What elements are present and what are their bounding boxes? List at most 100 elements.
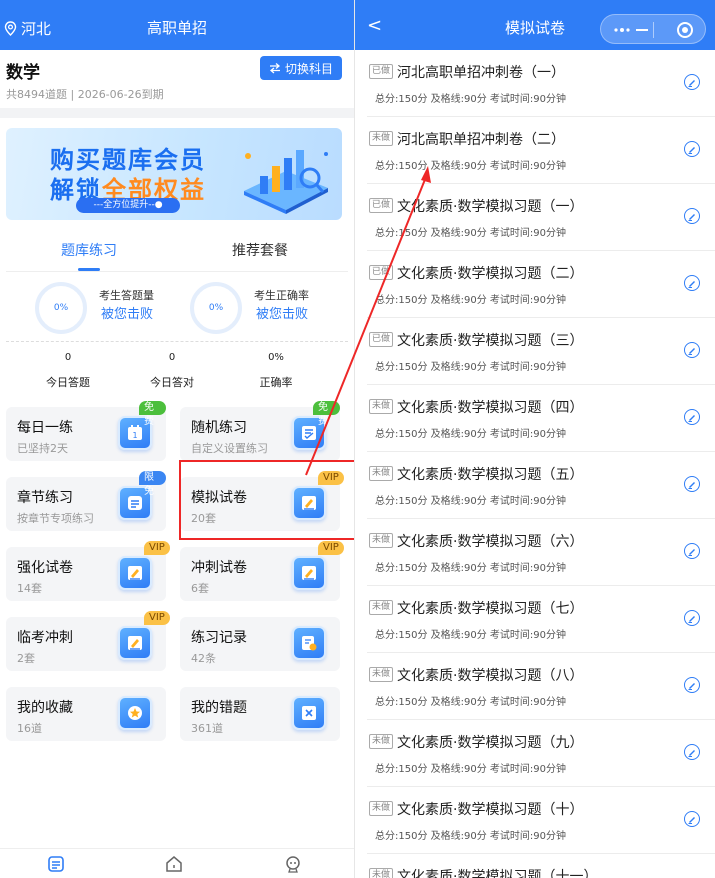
pen-edit-icon[interactable] [684,543,700,559]
today-correct-label: 今日答对 [150,376,194,389]
paper-name: 文化素质·数学模拟习题（九） [397,735,584,751]
paper-meta: 总分:150分 及格线:90分 考试时间:90分钟 [375,94,567,105]
accuracy-label: 考生正确率 [254,289,309,302]
paper-list-item[interactable]: 未做 文化素质·数学模拟习题（七） 总分:150分 及格线:90分 考试时间:90分… [355,586,715,653]
card-title: 章节练习 [17,490,73,506]
paper-list-item[interactable]: 未做 文化素质·数学模拟习题（五） 总分:150分 及格线:90分 考试时间:90分… [355,452,715,519]
card-subtitle: 自定义设置练习 [191,442,268,455]
question-bank-tab-icon[interactable] [47,855,65,873]
mock-exam-header: < 模拟试卷 [355,0,715,50]
paper-status-tag: 已做 [369,64,394,79]
paper-meta: 总分:150分 及格线:90分 考试时间:90分钟 [375,295,567,306]
paper-status-tag: 未做 [369,399,394,414]
practice-card[interactable]: 章节练习按章节专项练习 限免 [6,471,166,531]
paper-meta: 总分:150分 及格线:90分 考试时间:90分钟 [375,831,567,842]
practice-card[interactable]: 练习记录 42条 [180,617,340,671]
practice-card[interactable]: 我的错题 361道 [180,687,340,741]
paper-name: 河北高职单招冲刺卷（一） [397,65,565,81]
home-tab-icon[interactable] [165,855,183,873]
paper-name: 文化素质·数学模拟习题（六） [397,534,584,550]
card-subtitle: 按章节专项练习 [17,512,94,525]
paper-list-item[interactable]: 未做 文化素质·数学模拟习题（九） 总分:150分 及格线:90分 考试时间:90分… [355,720,715,787]
card-subtitle: 6套 [191,582,209,595]
paper-name: 文化素质·数学模拟习题（二） [397,266,584,282]
paper-meta: 总分:150分 及格线:90分 考试时间:90分钟 [375,161,567,172]
paper-meta: 总分:150分 及格线:90分 考试时间:90分钟 [375,697,567,708]
card-title: 随机练习 [191,420,247,436]
card-badge: 免费 [139,401,166,427]
mock-exam-panel: < 模拟试卷 已做 河北高职单招冲刺卷（一） 总分:150分 及格线:90分 考试时… [355,0,715,878]
card-title: 练习记录 [191,630,247,646]
switch-subject-label: 切换科目 [284,61,333,76]
pen-edit-icon[interactable] [684,409,700,425]
home-panel: 河北 高职单招 数学 共8494道题 | 2026-06-26到期 切换科目 购… [0,0,354,878]
paper-name: 文化素质·数学模拟习题（三） [397,333,584,349]
pen-edit-icon[interactable] [684,677,700,693]
paper-list-item[interactable]: 已做 文化素质·数学模拟习题（一） 总分:150分 及格线:90分 考试时间:90分… [355,184,715,251]
paper-name: 文化素质·数学模拟习题（五） [397,467,584,483]
practice-card[interactable]: 强化试卷 14套 VIP [6,541,170,601]
pen-edit-icon[interactable] [684,476,700,492]
tab-question-practice[interactable]: 题库练习 [61,240,117,260]
paper-list-item[interactable]: 已做 文化素质·数学模拟习题（二） 总分:150分 及格线:90分 考试时间:90分… [355,251,715,318]
pen-edit-icon[interactable] [684,610,700,626]
screenshot-root: 河北 高职单招 数学 共8494道题 | 2026-06-26到期 切换科目 购… [0,0,715,878]
pen-edit-icon[interactable] [684,141,700,157]
card-badge: 限免 [139,471,166,497]
miniprogram-capsule [600,14,706,44]
accuracy-value: 被您击败 [256,307,309,322]
today-correct-number: 0 [168,352,176,363]
paper-name: 文化素质·数学模拟习题（一） [397,199,584,215]
practice-card[interactable]: 每日一练 已坚持2天 1 免费 [6,401,166,461]
card-badge: VIP [318,541,344,555]
paper-status-tag: 已做 [369,265,394,280]
paper-list-item[interactable]: 已做 河北高职单招冲刺卷（一） 总分:150分 及格线:90分 考试时间:90分钟 [355,50,715,117]
paper-list-item[interactable]: 已做 文化素质·数学模拟习题（三） 总分:150分 及格线:90分 考试时间:90分… [355,318,715,385]
practice-card[interactable]: 冲刺试卷 6套 VIP [180,541,344,601]
paper-pen-icon [118,626,152,660]
card-badge: VIP [144,611,170,625]
paper-list-item[interactable]: 未做 河北高职单招冲刺卷（二） 总分:150分 及格线:90分 考试时间:90分钟 [355,117,715,184]
tab-recommended-package[interactable]: 推荐套餐 [232,240,288,260]
paper-name: 河北高职单招冲刺卷（二） [397,132,565,148]
pen-edit-icon[interactable] [684,811,700,827]
pen-edit-icon[interactable] [684,744,700,760]
pen-edit-icon[interactable] [684,208,700,224]
practice-card[interactable]: 临考冲刺 2套 VIP [6,611,170,671]
paper-meta: 总分:150分 及格线:90分 考试时间:90分钟 [375,228,567,239]
wrong-icon [292,696,326,730]
paper-status-tag: 未做 [369,801,394,816]
switch-subject-button[interactable]: 切换科目 [260,56,342,80]
paper-list-item[interactable]: 未做 文化素质·数学模拟习题（四） 总分:150分 及格线:90分 考试时间:90分… [355,385,715,452]
paper-list-item[interactable]: 未做 文化素质·数学模拟习题（八） 总分:150分 及格线:90分 考试时间:90分… [355,653,715,720]
paper-list-item[interactable]: 未做文化素质·数学模拟习题（十一）总分:150分 及格线:90分 考试时间:90… [355,854,715,878]
banner-pill: ---全方位提升--● [76,198,180,213]
card-title: 临考冲刺 [17,630,73,646]
practice-card[interactable]: 我的收藏 16道 [6,687,166,741]
highlight-box [179,460,354,540]
card-title: 我的收藏 [17,700,73,716]
paper-pen-icon [292,556,326,590]
more-dots-icon[interactable] [614,28,630,32]
pen-edit-icon[interactable] [684,74,700,90]
minimize-icon[interactable] [636,29,648,31]
stats-divider [6,341,348,342]
today-answered-number: 0 [64,352,72,363]
profile-tab-icon[interactable] [284,855,302,873]
paper-status-tag: 未做 [369,868,394,878]
close-target-icon[interactable] [677,22,693,38]
record-icon [292,626,326,660]
paper-list-item[interactable]: 未做 文化素质·数学模拟习题（十） 总分:150分 及格线:90分 考试时间:90分… [355,787,715,854]
card-subtitle: 16道 [17,722,42,735]
answer-volume-ring: 0% [35,282,87,334]
svg-text:1: 1 [132,431,137,440]
practice-card[interactable]: 随机练习 自定义设置练习 免费 [180,401,340,461]
pen-edit-icon[interactable] [684,342,700,358]
pen-edit-icon[interactable] [684,275,700,291]
paper-status-tag: 未做 [369,466,394,481]
paper-name: 文化素质·数学模拟习题（十） [397,802,584,818]
membership-banner[interactable]: 购买题库会员 解锁全部权益 ---全方位提升--● [6,128,342,220]
accuracy-rate-number: 0% [268,352,284,363]
paper-list-item[interactable]: 未做 文化素质·数学模拟习题（六） 总分:150分 及格线:90分 考试时间:90分… [355,519,715,586]
paper-pen-icon [118,556,152,590]
